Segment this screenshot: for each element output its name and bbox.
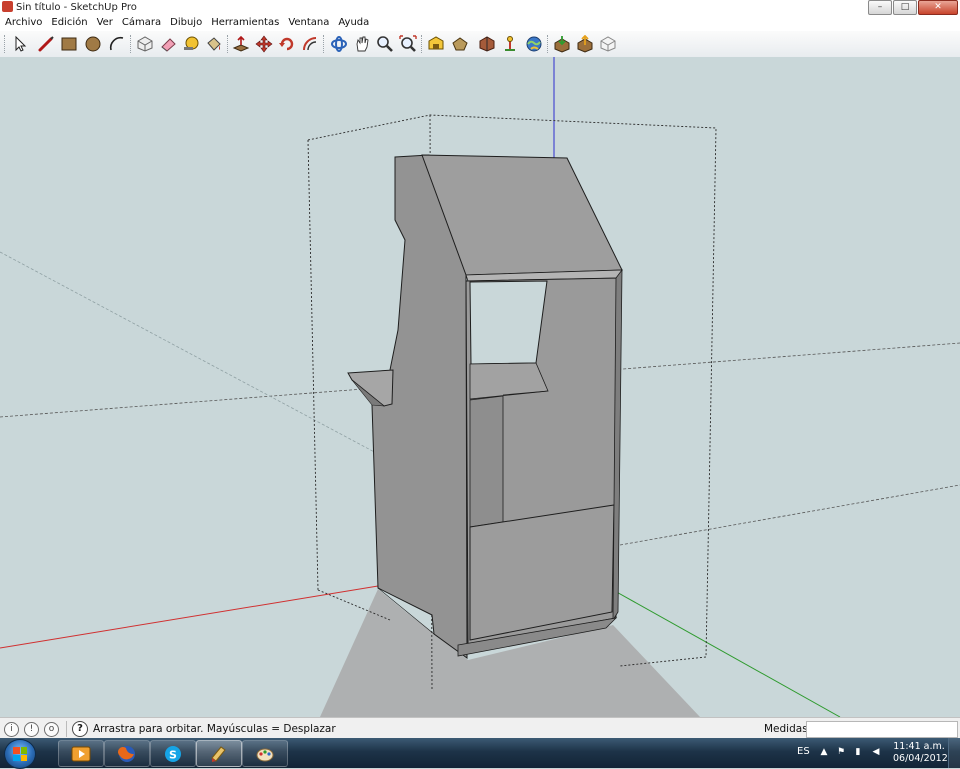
clock-date: 06/04/2012 — [893, 753, 948, 764]
google-earth-icon[interactable] — [477, 34, 497, 54]
circle-icon[interactable] — [83, 34, 103, 54]
main-toolbar — [0, 31, 960, 58]
geo-location-icon[interactable]: i — [4, 722, 19, 737]
media-player-icon[interactable] — [58, 740, 104, 767]
move-icon[interactable] — [254, 34, 274, 54]
toolbar-separator — [227, 35, 230, 53]
menu-ventana[interactable]: Ventana — [283, 15, 333, 31]
line-icon[interactable] — [36, 34, 56, 54]
menu-herramientas[interactable]: Herramientas — [206, 15, 283, 31]
menu-ayuda[interactable]: Ayuda — [333, 15, 373, 31]
select-icon[interactable] — [10, 34, 30, 54]
language-indicator[interactable]: ES — [797, 738, 810, 766]
volume-icon[interactable]: ◀ — [871, 747, 881, 757]
svg-text:S: S — [169, 748, 177, 761]
status-bar: i ! o ? Arrastra para orbitar. Mayúscula… — [0, 717, 960, 739]
tape-measure-icon[interactable] — [181, 34, 201, 54]
clock-time: 11:41 a.m. — [893, 741, 945, 752]
push-pull-icon[interactable] — [231, 34, 251, 54]
user-icon[interactable]: o — [44, 722, 59, 737]
menu-bar: Archivo Edición Ver Cámara Dibujo Herram… — [0, 15, 960, 31]
firefox-icon[interactable] — [104, 740, 150, 767]
offset-icon[interactable] — [300, 34, 320, 54]
paint-bucket-icon[interactable] — [204, 34, 224, 54]
extension-icon[interactable] — [598, 34, 618, 54]
arc-icon[interactable] — [107, 34, 127, 54]
menu-camara[interactable]: Cámara — [117, 15, 165, 31]
drawing-area[interactable] — [0, 57, 960, 717]
minimize-button[interactable]: – — [868, 0, 892, 15]
network-icon[interactable]: ▮ — [853, 747, 863, 757]
menu-archivo[interactable]: Archivo — [0, 15, 46, 31]
toolbar-separator — [547, 35, 550, 53]
add-location-icon[interactable] — [500, 34, 520, 54]
title-bar: Sin título - SketchUp Pro – □ ✕ — [0, 0, 960, 15]
orbit-icon[interactable] — [329, 34, 349, 54]
toolbar-separator — [323, 35, 326, 53]
menu-dibujo[interactable]: Dibujo — [165, 15, 206, 31]
windows-flag-icon — [13, 747, 27, 761]
3d-warehouse-icon[interactable] — [426, 34, 446, 54]
sketchup-icon[interactable] — [196, 740, 242, 767]
menu-edicion[interactable]: Edición — [46, 15, 91, 31]
rectangle-icon[interactable] — [59, 34, 79, 54]
screen-opening — [469, 280, 548, 365]
start-button[interactable] — [4, 739, 36, 769]
zoom-icon[interactable] — [375, 34, 395, 54]
status-hint: Arrastra para orbitar. Mayúsculas = Desp… — [93, 723, 336, 735]
toolbar-grip[interactable] — [4, 35, 7, 53]
model-canvas[interactable] — [0, 57, 960, 717]
paint-icon[interactable] — [242, 740, 288, 767]
get-models-icon[interactable] — [552, 34, 572, 54]
window-controls: – □ ✕ — [867, 0, 958, 15]
taskbar: S ES ▲ ⚑ ▮ ◀ 11:41 a.m. 06/04/2012 — [0, 738, 960, 769]
menu-ver[interactable]: Ver — [92, 15, 117, 31]
guide-line — [619, 484, 960, 546]
eraser-icon[interactable] — [158, 34, 178, 54]
zoom-extents-icon[interactable] — [398, 34, 418, 54]
red-axis — [0, 585, 379, 649]
pan-icon[interactable] — [352, 34, 372, 54]
guide-line — [0, 251, 381, 456]
show-hidden-icons-icon[interactable]: ▲ — [819, 747, 829, 757]
toolbar-separator — [130, 35, 133, 53]
measurements-field[interactable] — [806, 721, 958, 738]
rotate-icon[interactable] — [277, 34, 297, 54]
make-component-icon[interactable] — [135, 34, 155, 54]
show-desktop-button[interactable] — [948, 738, 960, 768]
status-divider — [66, 721, 67, 737]
toolbar-separator — [421, 35, 424, 53]
share-model-icon[interactable] — [450, 34, 470, 54]
credits-icon[interactable]: ! — [24, 722, 39, 737]
system-clock[interactable]: 11:41 a.m. 06/04/2012 — [893, 741, 948, 765]
help-icon[interactable]: ? — [72, 721, 88, 737]
share-component-icon[interactable] — [575, 34, 595, 54]
toggle-terrain-icon[interactable] — [524, 34, 544, 54]
measurements-label: Medidas — [764, 723, 808, 735]
sketchup-app-icon — [2, 1, 13, 12]
window-title: Sin título - SketchUp Pro — [16, 2, 137, 13]
maximize-button[interactable]: □ — [893, 0, 917, 15]
close-button[interactable]: ✕ — [918, 0, 958, 15]
skype-icon[interactable]: S — [150, 740, 196, 767]
front-recess — [469, 395, 504, 528]
action-center-icon[interactable]: ⚑ — [836, 747, 846, 757]
